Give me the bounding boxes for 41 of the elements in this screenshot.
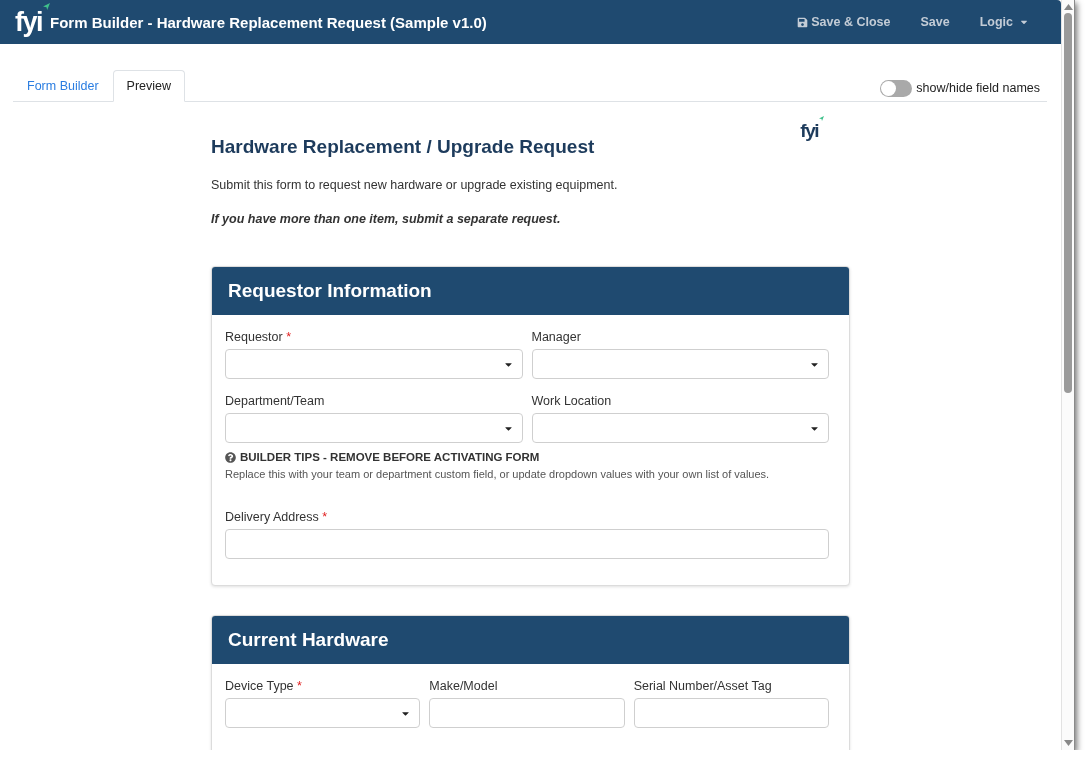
window-title: Form Builder - Hardware Replacement Request (Sample v1.0)	[50, 13, 487, 31]
field-label: Department/Team	[225, 393, 326, 409]
section-title: Current Hardware	[228, 629, 389, 651]
form-intro: Submit this form to request new hardware or upgrade existing equipment.	[211, 177, 619, 193]
scrollbar[interactable]	[1061, 0, 1074, 750]
menu-button[interactable]: Logic	[979, 15, 1029, 29]
field-label: Make/Model	[429, 678, 499, 694]
form-note: If you have more than one item, submit a separate request.	[211, 211, 562, 227]
text-field[interactable]	[225, 529, 829, 559]
dropdown-field[interactable]	[531, 349, 829, 379]
text-field[interactable]	[633, 698, 829, 728]
dropdown-field[interactable]	[225, 413, 523, 443]
scrollbar-thumb[interactable]	[1064, 13, 1072, 393]
help-icon	[225, 451, 236, 463]
dropdown-field[interactable]	[531, 413, 829, 443]
toggle-switch[interactable]	[880, 79, 913, 97]
field-label: Manager	[531, 329, 582, 345]
paper-plane-icon	[819, 116, 824, 121]
field-label: Requestor *	[225, 329, 293, 345]
tip-text: Replace this with your team or department custom field, or update dropdown values with your own list of values.	[225, 467, 771, 481]
dropdown-field[interactable]	[225, 698, 421, 728]
tab[interactable]: Preview	[112, 70, 185, 102]
logo: fyi	[15, 8, 42, 36]
field-label: Serial Number/Asset Tag	[633, 678, 773, 694]
save-icon	[797, 16, 809, 28]
header-button[interactable]: Save & Close	[797, 15, 891, 29]
form-title: Hardware Replacement / Upgrade Request	[211, 135, 595, 158]
field-label: Device Type *	[225, 678, 303, 694]
section-title: Requestor Information	[228, 280, 432, 302]
text-field[interactable]	[429, 698, 625, 728]
field-label: Delivery Address *	[225, 509, 329, 525]
toggle-label: show/hide field names	[916, 81, 1040, 95]
tip-heading: BUILDER TIPS - REMOVE BEFORE ACTIVATING FORM	[240, 450, 540, 465]
tab[interactable]: Form Builder	[13, 70, 113, 102]
paper-plane-icon	[43, 2, 50, 10]
field-label: Work Location	[531, 393, 613, 409]
scroll-up-icon[interactable]	[1063, 4, 1073, 10]
dropdown-field[interactable]	[225, 349, 523, 379]
header-button[interactable]: Save	[920, 15, 950, 29]
logo: fyi	[800, 121, 818, 140]
scroll-down-icon[interactable]	[1063, 740, 1073, 746]
